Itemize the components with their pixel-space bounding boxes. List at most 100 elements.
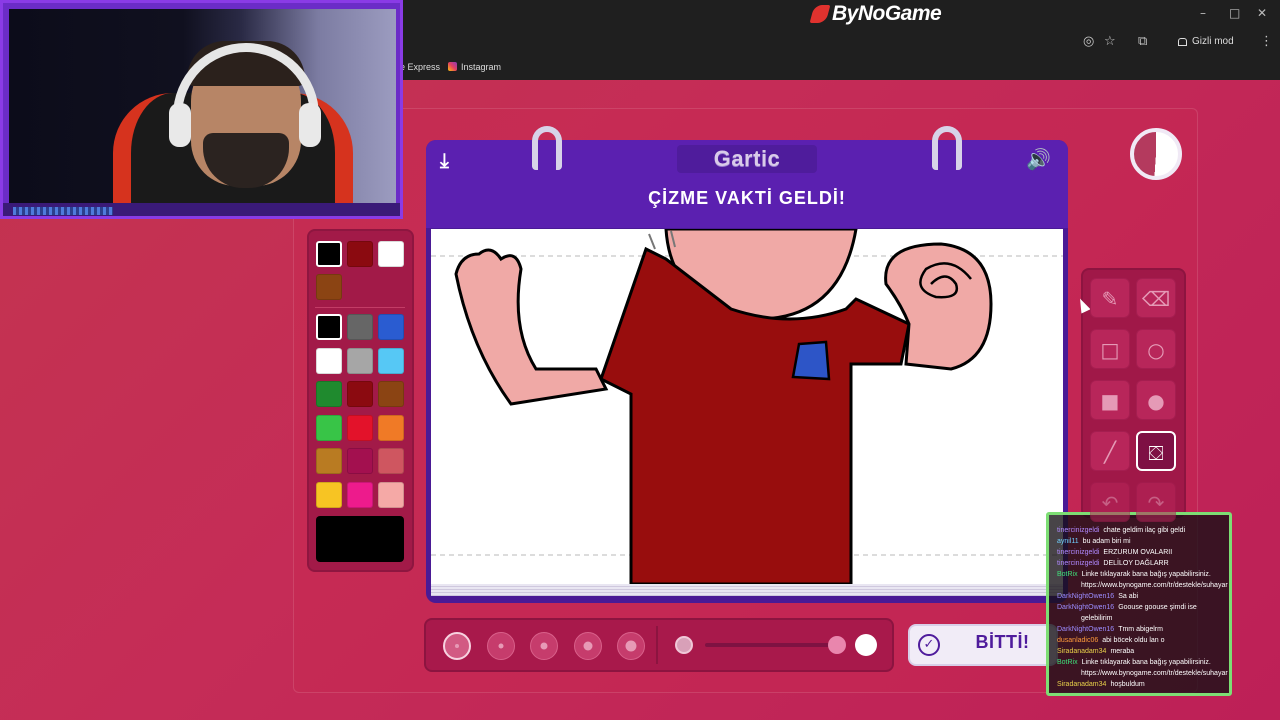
current-color-preview[interactable] [316, 516, 404, 562]
left-arm-shape [454, 248, 609, 406]
minimize-button[interactable]: – [1200, 6, 1206, 20]
palette-color-swatch[interactable] [378, 414, 404, 441]
palette-color-swatch[interactable] [347, 481, 373, 508]
pocket-shape [791, 340, 831, 381]
ellipse-icon: ○ [1147, 338, 1165, 362]
chat-message: dusanladic06 abi böcek oldu lan o [1057, 636, 1165, 645]
chat-message: DarkNightOwen16 Sa abi [1057, 592, 1138, 601]
palette-color-swatch[interactable] [378, 347, 404, 374]
palette-color-swatch[interactable] [378, 314, 404, 340]
brush-size-dot [540, 642, 548, 650]
filled-ellipse-icon: ● [1147, 389, 1165, 413]
bynogame-mark-icon [809, 5, 831, 23]
webcam-overlay [0, 0, 403, 219]
palette-color-swatch[interactable] [316, 481, 342, 508]
chat-text: gelebilirim [1081, 615, 1113, 622]
chat-message: Siradanadam34 meraba [1057, 647, 1134, 656]
palette-color-swatch[interactable] [347, 314, 373, 340]
chat-username: tinercinizgeldi [1057, 560, 1100, 567]
palette-color-swatch[interactable] [378, 448, 404, 474]
palette-color-swatch[interactable] [347, 414, 373, 441]
chat-text: meraba [1110, 648, 1135, 655]
bookmark-star-icon[interactable]: ☆ [1104, 34, 1116, 49]
chat-username: DarkNightOwen16 [1057, 593, 1115, 600]
bookmark-express[interactable]: e Express [400, 62, 440, 72]
filled-rectangle-icon: ■ [1100, 389, 1120, 413]
chat-username: tinercinizgeldi [1057, 527, 1100, 534]
brush-size-dot [583, 641, 592, 651]
card-ring-right [932, 126, 962, 170]
tool-fill-bucket-button[interactable]: ⛋ [1136, 431, 1176, 471]
chat-username: Siradanadam34 [1057, 648, 1107, 655]
eraser-icon: ⌫ [1141, 287, 1171, 311]
drawing-canvas[interactable] [431, 229, 1063, 584]
bynogame-logo: ByNoGame [809, 2, 942, 26]
chat-message: https://www.bynogame.com/tr/destekle/suh… [1057, 669, 1228, 678]
recent-color-swatch[interactable] [347, 241, 373, 267]
brush-size-dot [498, 643, 503, 649]
chat-message: tinercinizgeldi chate geldim ilaç gibi ge… [1057, 526, 1185, 535]
incognito-indicator[interactable]: Gizli mod (14) [1172, 32, 1250, 67]
palette-color-swatch[interactable] [316, 314, 342, 340]
bookmark-instagram-label: Instagram [461, 62, 502, 72]
gartic-logo: Gartic [677, 145, 817, 173]
maximize-button[interactable]: □ [1229, 6, 1240, 20]
tool-ellipse-button[interactable]: ○ [1136, 329, 1176, 369]
check-icon: ✓ [918, 634, 940, 656]
tool-eraser-button[interactable]: ⌫ [1136, 278, 1176, 318]
recent-color-swatch[interactable] [316, 241, 342, 267]
brush-size-button[interactable] [530, 632, 558, 660]
chat-username: DarkNightOwen16 [1057, 626, 1115, 633]
webcam-frame-stripe [13, 207, 113, 215]
palette-color-swatch[interactable] [316, 381, 342, 407]
brush-size-button[interactable] [617, 632, 645, 660]
card-page-edge [431, 584, 1063, 596]
palette-color-swatch[interactable] [347, 347, 373, 374]
brush-size-button[interactable] [486, 632, 515, 660]
opacity-slider-thumb[interactable] [828, 636, 846, 654]
brush-size-button[interactable] [573, 632, 602, 660]
brush-bar-divider [656, 626, 658, 664]
chat-text: Tmm abigelrm [1118, 626, 1163, 633]
done-button-label: BİTTİ! [975, 632, 1030, 652]
draw-prompt: ÇİZME VAKTİ GELDİ! [648, 188, 846, 208]
tool-filled-ellipse-button[interactable]: ● [1136, 380, 1176, 420]
sound-icon[interactable]: 🔊 [1026, 147, 1056, 173]
palette-color-swatch[interactable] [347, 448, 373, 474]
chat-username: aynil11 [1057, 538, 1079, 545]
brush-size-dot [455, 644, 459, 648]
tool-filled-rectangle-button[interactable]: ■ [1090, 380, 1130, 420]
tool-pencil-button[interactable]: ✎ [1090, 278, 1130, 318]
bookmark-instagram[interactable]: Instagram [448, 62, 501, 72]
chat-text: Goouse goouse şimdi ise [1118, 604, 1197, 611]
headset-left-cup [169, 103, 191, 147]
undo-icon: ↶ [1101, 491, 1119, 515]
chat-username: BotRix [1057, 659, 1078, 666]
eye-off-icon[interactable]: ◎ [1083, 34, 1094, 49]
browser-menu-icon[interactable]: ⋮ [1260, 34, 1273, 49]
chat-message: BotRix Linke tıklayarak bana bağış yapabi… [1057, 570, 1211, 579]
palette-color-swatch[interactable] [316, 448, 342, 474]
extensions-icon[interactable]: ⧉ [1138, 34, 1147, 49]
chat-text: bu adam biri mi [1082, 538, 1131, 545]
tool-rectangle-button[interactable]: □ [1090, 329, 1130, 369]
chat-text: ERZURUM OVALARII [1103, 549, 1173, 556]
palette-color-swatch[interactable] [378, 381, 404, 407]
recent-color-swatch[interactable] [316, 274, 342, 300]
palette-color-swatch[interactable] [378, 481, 404, 508]
palette-color-swatch[interactable] [316, 347, 342, 374]
pencil-icon: ✎ [1101, 287, 1119, 311]
brush-size-button[interactable] [443, 632, 471, 660]
chat-text: Linke tıklayarak bana bağış yapabilirsin… [1081, 571, 1211, 578]
brand-name: ByNoGame [832, 2, 942, 25]
palette-color-swatch[interactable] [316, 414, 342, 441]
chat-text: Sa abi [1118, 593, 1139, 600]
tool-line-button[interactable]: ╱ [1090, 431, 1130, 471]
recent-color-swatch[interactable] [378, 241, 404, 267]
close-window-button[interactable]: ✕ [1257, 6, 1267, 20]
download-icon[interactable]: ⤓ [440, 148, 464, 172]
chat-message: tinercinizgeldi DELİLOY DAĞLARR [1057, 559, 1169, 568]
opacity-slider-track[interactable] [705, 643, 837, 647]
palette-color-swatch[interactable] [347, 381, 373, 407]
chat-text: DELİLOY DAĞLARR [1103, 560, 1169, 567]
